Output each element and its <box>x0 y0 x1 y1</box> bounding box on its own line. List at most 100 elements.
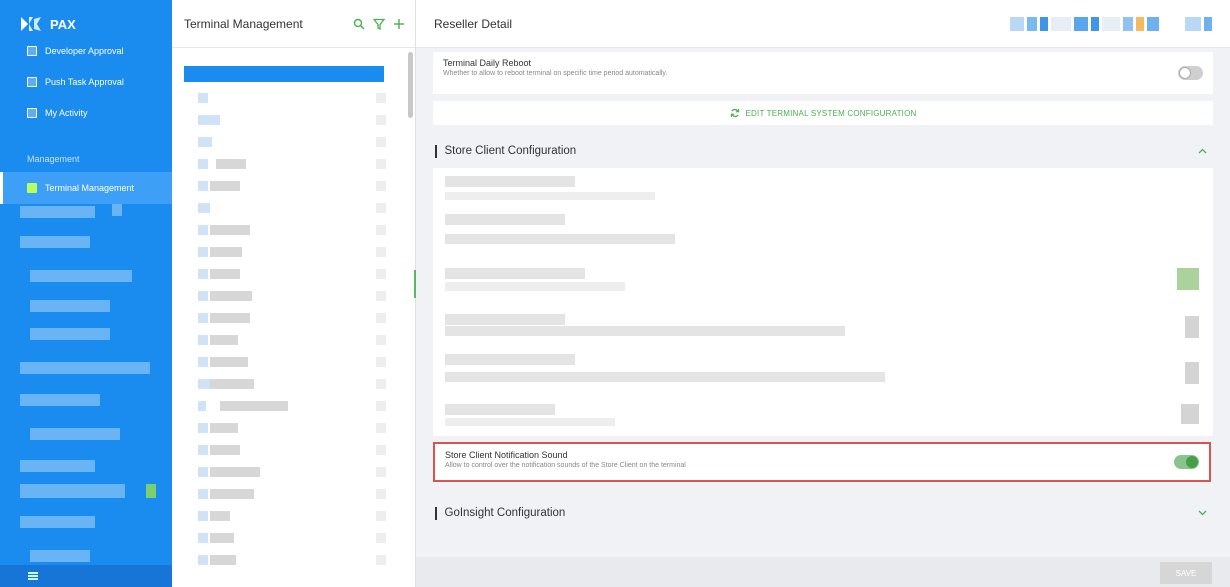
blurred-item[interactable] <box>20 394 100 406</box>
sidebar-item-terminal-management[interactable]: Terminal Management <box>0 172 172 204</box>
list-item[interactable] <box>172 88 402 108</box>
terminal-list-panel: Terminal Management <box>172 0 416 587</box>
list-item[interactable] <box>172 220 402 240</box>
refresh-icon <box>730 108 739 118</box>
list-item[interactable] <box>172 462 402 482</box>
save-button[interactable]: SAVE <box>1160 562 1212 584</box>
list-item[interactable] <box>172 330 402 350</box>
list-item[interactable] <box>172 264 402 284</box>
filter-icon[interactable] <box>373 18 385 30</box>
activity-icon <box>27 107 37 118</box>
blurred-text <box>445 354 575 365</box>
store-client-settings-blurred <box>433 168 1213 436</box>
section-marker <box>435 506 437 520</box>
list-item[interactable] <box>172 198 402 218</box>
logo[interactable]: PAX <box>0 0 172 48</box>
terminal-panel-header: Terminal Management <box>172 0 415 48</box>
list-item[interactable] <box>172 132 402 152</box>
terminal-panel-title: Terminal Management <box>184 16 303 31</box>
blurred-text <box>445 282 625 291</box>
list-item[interactable] <box>172 506 402 526</box>
edit-terminal-system-config-button[interactable]: EDIT TERMINAL SYSTEM CONFIGURATION <box>433 101 1213 125</box>
detail-title: Reseller Detail <box>434 16 513 31</box>
detail-header: Reseller Detail <box>416 0 1230 48</box>
blurred-text <box>445 268 585 279</box>
blurred-text <box>445 326 845 336</box>
daily-reboot-title: Terminal Daily Reboot <box>443 58 532 68</box>
store-client-config-header[interactable]: Store Client Configuration <box>433 138 1213 164</box>
blurred-item[interactable] <box>20 362 150 374</box>
notification-sound-title: Store Client Notification Sound <box>445 450 568 460</box>
chevron-up-icon[interactable] <box>1198 146 1207 157</box>
blurred-item[interactable] <box>146 484 156 498</box>
list-item[interactable] <box>172 286 402 306</box>
blurred-toggle[interactable] <box>1177 268 1199 290</box>
list-item[interactable] <box>172 374 402 394</box>
sidebar-item-developer-approval[interactable]: Developer Approval <box>0 46 172 58</box>
blurred-text <box>445 404 555 415</box>
sidebar-item-label: Push Task Approval <box>45 76 124 87</box>
blurred-text <box>445 314 565 325</box>
pax-logo-icon <box>21 17 41 31</box>
toggle-knob <box>1186 456 1198 468</box>
list-item[interactable] <box>172 308 402 328</box>
notification-sound-description: Allow to control over the notification s… <box>445 462 686 469</box>
blurred-item[interactable] <box>30 270 132 282</box>
list-item[interactable] <box>172 110 402 130</box>
reseller-detail-panel: Reseller Detail Terminal Daily Reboot Wh… <box>416 0 1230 587</box>
add-icon[interactable] <box>393 18 405 30</box>
sidebar-item-label: Terminal Management <box>45 183 135 193</box>
sidebar-menu-toggle[interactable] <box>0 565 172 587</box>
daily-reboot-description: Whether to allow to reboot terminal on s… <box>443 70 668 77</box>
blurred-item[interactable] <box>112 204 122 216</box>
goinsight-config-header[interactable]: GoInsight Configuration <box>433 500 1213 526</box>
terminal-list-scrollbar[interactable] <box>408 52 413 118</box>
chevron-down-icon[interactable] <box>1198 508 1207 519</box>
list-item[interactable] <box>172 484 402 504</box>
search-icon[interactable] <box>353 18 365 30</box>
blurred-user-info[interactable] <box>1010 16 1212 31</box>
list-item[interactable] <box>172 176 402 196</box>
blurred-item[interactable] <box>30 328 110 340</box>
list-item[interactable] <box>172 154 402 174</box>
section-title: GoInsight Configuration <box>444 507 566 519</box>
section-marker <box>435 144 437 158</box>
blurred-item[interactable] <box>30 428 120 440</box>
list-item[interactable] <box>172 418 402 438</box>
logo-text: PAX <box>50 16 76 32</box>
blurred-item[interactable] <box>20 236 90 248</box>
blurred-toggle[interactable] <box>1181 404 1199 424</box>
store-client-notification-sound-setting: Store Client Notification Sound Allow to… <box>433 442 1211 482</box>
blurred-item[interactable] <box>20 484 125 498</box>
terminal-list-item-selected[interactable] <box>184 66 384 82</box>
sidebar-item-label: Developer Approval <box>45 46 124 56</box>
blurred-item[interactable] <box>30 300 110 312</box>
notification-sound-toggle[interactable] <box>1174 455 1199 469</box>
blurred-item[interactable] <box>20 460 95 472</box>
section-title: Store Client Configuration <box>444 145 577 157</box>
sidebar-section-management: Management <box>0 128 172 172</box>
blurred-item[interactable] <box>30 550 90 562</box>
list-item[interactable] <box>172 242 402 262</box>
daily-reboot-toggle[interactable] <box>1178 66 1203 80</box>
blurred-toggle[interactable] <box>1185 316 1199 338</box>
list-item[interactable] <box>172 396 402 416</box>
sidebar-item-my-activity[interactable]: My Activity <box>0 97 172 128</box>
blurred-text <box>445 192 655 200</box>
list-item[interactable] <box>172 352 402 372</box>
blurred-text <box>445 372 885 382</box>
blurred-text <box>445 418 615 426</box>
check-icon <box>27 76 37 87</box>
menu-icon <box>28 572 38 580</box>
edit-button-label: EDIT TERMINAL SYSTEM CONFIGURATION <box>745 108 917 118</box>
list-item[interactable] <box>172 440 402 460</box>
blurred-item[interactable] <box>20 206 95 218</box>
sidebar-item-label: My Activity <box>45 107 88 118</box>
list-item[interactable] <box>172 550 402 570</box>
blurred-toggle[interactable] <box>1185 362 1199 384</box>
terminal-list <box>172 48 415 587</box>
list-item[interactable] <box>172 528 402 548</box>
blurred-text <box>445 176 575 187</box>
sidebar-item-push-task-approval[interactable]: Push Task Approval <box>0 66 172 97</box>
blurred-item[interactable] <box>20 516 95 528</box>
